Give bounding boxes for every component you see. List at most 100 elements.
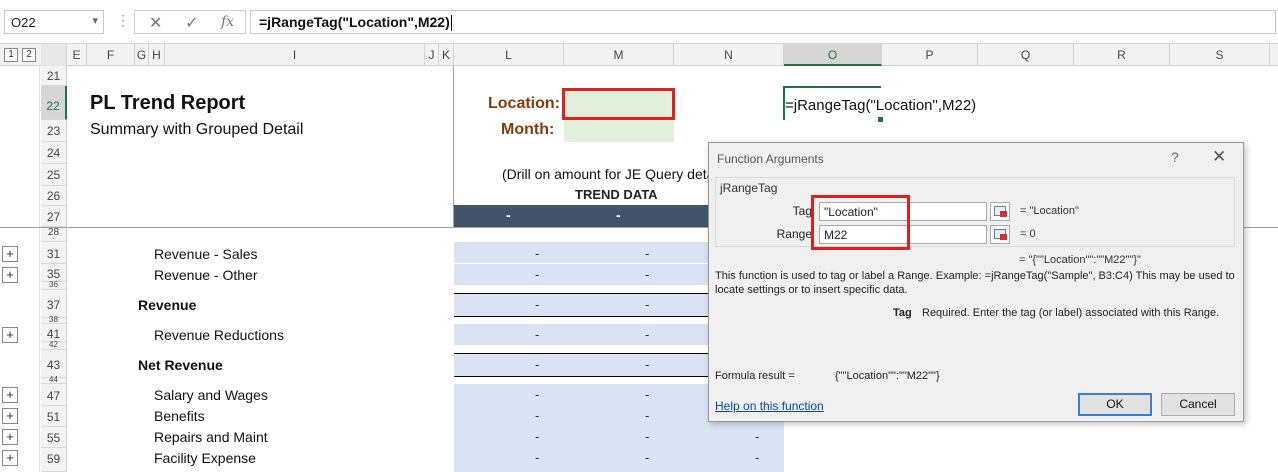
formula-input[interactable]: =jRangeTag("Location",M22) [250, 10, 1276, 34]
help-icon[interactable]: ? [1171, 149, 1179, 165]
expand-group-icon[interactable]: + [2, 267, 18, 283]
outline-level-2-button[interactable]: 2 [22, 48, 36, 62]
line-item-label: Net Revenue [138, 357, 223, 373]
row-header[interactable]: 23 [41, 120, 67, 142]
location-highlight-box [562, 88, 675, 120]
expand-group-icon[interactable]: + [2, 387, 18, 403]
range-range-picker-icon[interactable] [990, 225, 1010, 244]
amount-cell[interactable]: - [535, 387, 539, 402]
column-header-bar: 1 2 E F G H I J K L M N O P Q R S [0, 44, 1278, 66]
row-header[interactable]: 37 [41, 290, 67, 318]
row-header[interactable]: 47 [41, 384, 67, 406]
column-header-F[interactable]: F [87, 44, 135, 66]
column-header-S[interactable]: S [1170, 44, 1270, 66]
expand-group-icon[interactable]: + [2, 408, 18, 424]
column-header-R[interactable]: R [1074, 44, 1170, 66]
row-header[interactable]: 55 [41, 427, 67, 448]
outline-gutter: + + + + + + + [0, 66, 40, 472]
amount-cell[interactable]: - [645, 429, 649, 444]
column-header-Q[interactable]: Q [978, 44, 1074, 66]
amount-cell[interactable]: - [535, 357, 539, 372]
expand-group-icon[interactable]: + [2, 246, 18, 262]
amount-cell[interactable]: - [645, 450, 649, 465]
amount-cell[interactable]: - [645, 357, 649, 372]
tag-arg-result: = "Location" [1020, 205, 1079, 217]
row-header[interactable]: 24 [41, 142, 67, 164]
row-header[interactable]: 36 [41, 281, 67, 290]
fill-handle[interactable] [878, 117, 883, 122]
select-all-corner[interactable] [41, 44, 67, 66]
row-header[interactable]: 51 [41, 406, 67, 427]
amount-cell[interactable]: - [645, 267, 649, 282]
month-input-cell[interactable] [564, 120, 674, 142]
ok-button[interactable]: OK [1078, 393, 1152, 416]
row-header[interactable]: 43 [41, 350, 67, 378]
column-header-E[interactable]: E [67, 44, 87, 66]
amount-cell[interactable]: - [755, 450, 759, 465]
help-link[interactable]: Help on this function [715, 399, 824, 413]
column-header-J[interactable]: J [425, 44, 439, 66]
line-item-label: Repairs and Maint [154, 429, 268, 445]
column-header-P[interactable]: P [882, 44, 978, 66]
row-header[interactable]: 42 [41, 341, 67, 350]
amount-cell[interactable]: - [535, 408, 539, 423]
row-header[interactable]: 59 [41, 448, 67, 472]
column-header-H[interactable]: H [149, 44, 165, 66]
row-header[interactable]: 22 [41, 86, 67, 120]
column-header-K[interactable]: K [439, 44, 454, 66]
amount-cell[interactable]: - [645, 387, 649, 402]
row-header[interactable]: 31 [41, 242, 67, 264]
column-header-I[interactable]: I [165, 44, 425, 66]
amount-cell[interactable]: - [645, 408, 649, 423]
arguments-highlight-box [811, 195, 910, 250]
function-result-preview: = "{""Location"":""M22""}" [1019, 254, 1141, 266]
row-header[interactable]: 28 [41, 228, 67, 242]
total-border-top [454, 353, 708, 354]
name-box-value: O22 [11, 15, 36, 30]
row-header[interactable]: 25 [41, 164, 67, 186]
amount-cell[interactable]: - [645, 297, 649, 312]
expand-group-icon[interactable]: + [2, 429, 18, 445]
column-header-O[interactable]: O [784, 44, 882, 66]
data-row-fill [454, 264, 708, 285]
amount-cell[interactable]: - [535, 429, 539, 444]
insert-function-icon[interactable]: fx [221, 14, 234, 30]
trend-data-header: TREND DATA [575, 187, 658, 202]
cancel-button[interactable]: Cancel [1161, 393, 1235, 416]
line-item-label: Facility Expense [154, 450, 256, 466]
row-header[interactable]: 21 [41, 66, 67, 86]
amount-cell[interactable]: - [535, 327, 539, 342]
line-item-label: Revenue - Other [154, 267, 258, 283]
chevron-down-icon[interactable]: ▾ [92, 14, 98, 27]
line-item-label: Benefits [154, 408, 205, 424]
amount-cell[interactable]: - [645, 327, 649, 342]
dialog-title: Function Arguments [717, 152, 824, 166]
amount-cell[interactable]: - [535, 267, 539, 282]
function-arguments-dialog: Function Arguments ? ✕ jRangeTag Tag "Lo… [708, 142, 1244, 422]
data-row-fill [454, 242, 708, 263]
amount-cell[interactable]: - [755, 429, 759, 444]
line-item-label: Salary and Wages [154, 387, 268, 403]
outline-level-1-button[interactable]: 1 [4, 48, 18, 62]
column-header-N[interactable]: N [674, 44, 784, 66]
enter-icon[interactable]: ✓ [185, 13, 198, 33]
amount-cell[interactable]: - [535, 450, 539, 465]
row-header[interactable]: 26 [41, 186, 67, 206]
column-header-G[interactable]: G [135, 44, 149, 66]
expand-group-icon[interactable]: + [2, 327, 18, 343]
amount-cell[interactable]: - [535, 297, 539, 312]
amount-cell[interactable]: - [535, 246, 539, 261]
data-row-fill [454, 354, 708, 376]
tag-range-picker-icon[interactable] [990, 202, 1010, 221]
row-header[interactable]: 27 [41, 206, 67, 227]
tag-arg-label: Tag [792, 204, 812, 218]
name-box[interactable]: O22 ▾ [4, 10, 104, 34]
column-header-M[interactable]: M [564, 44, 674, 66]
close-icon[interactable]: ✕ [1212, 147, 1226, 167]
column-header-L[interactable]: L [454, 44, 564, 66]
header-dash: - [506, 207, 511, 223]
range-arg-result: = 0 [1020, 228, 1036, 240]
amount-cell[interactable]: - [645, 246, 649, 261]
cancel-icon[interactable]: ✕ [149, 13, 162, 33]
expand-group-icon[interactable]: + [2, 450, 18, 466]
